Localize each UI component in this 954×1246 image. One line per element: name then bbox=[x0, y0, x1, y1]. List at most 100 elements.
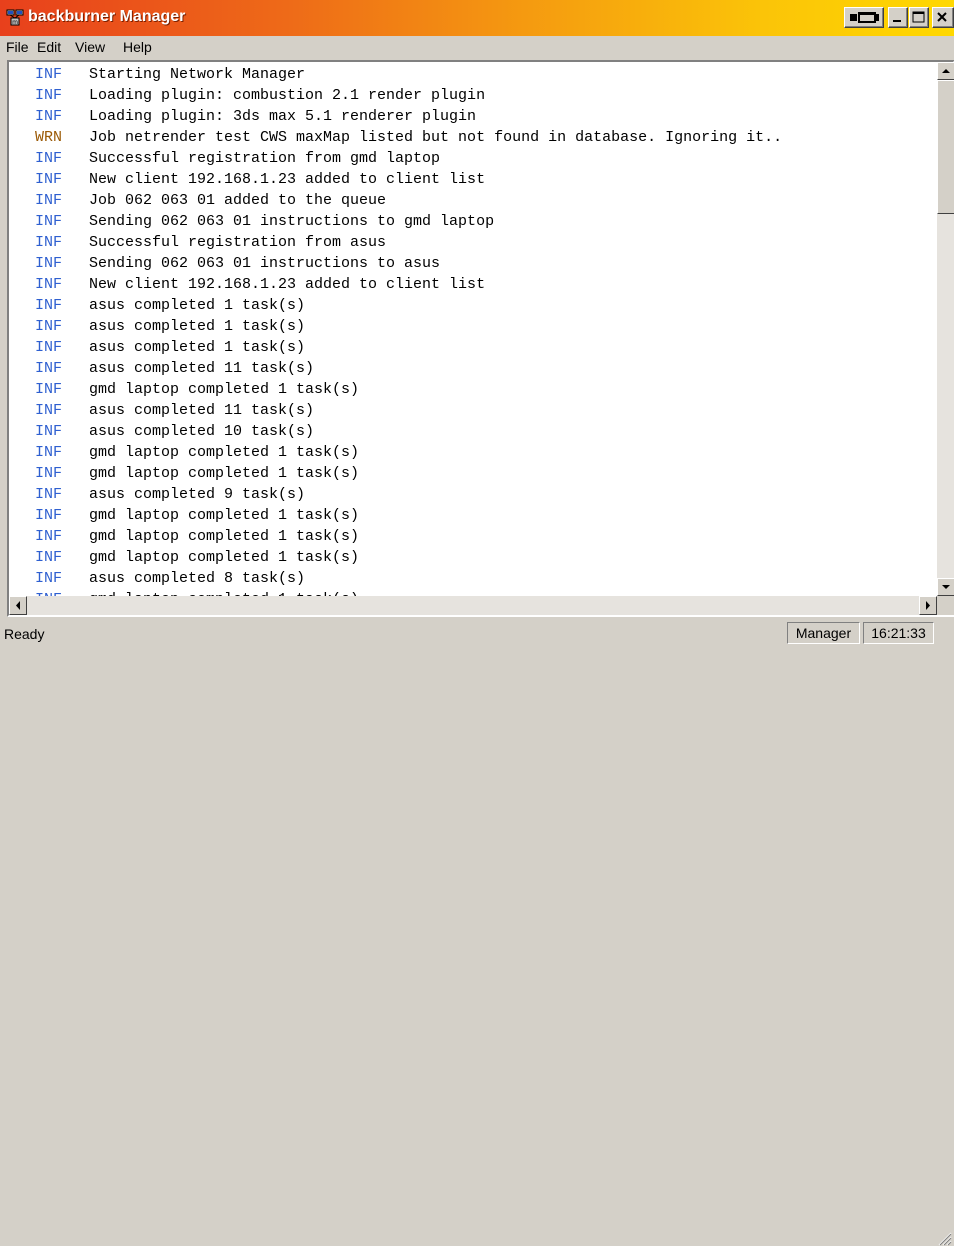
arrow-down-icon bbox=[942, 585, 950, 589]
log-row[interactable]: INF gmd laptop completed 1 task(s) bbox=[9, 526, 937, 547]
log-row[interactable]: INF gmd laptop completed 1 task(s) bbox=[9, 463, 937, 484]
log-message: Starting Network Manager bbox=[89, 66, 306, 83]
log-message: asus completed 8 task(s) bbox=[89, 570, 306, 587]
horizontal-scrollbar[interactable] bbox=[9, 596, 937, 615]
log-message: asus completed 9 task(s) bbox=[89, 486, 306, 503]
log-row[interactable]: INF asus completed 11 task(s) bbox=[9, 400, 937, 421]
log-message: asus completed 1 task(s) bbox=[89, 339, 306, 356]
menu-edit[interactable]: Edit bbox=[37, 39, 61, 55]
maximize-button[interactable] bbox=[909, 7, 929, 28]
log-row[interactable]: INF Loading plugin: 3ds max 5.1 renderer … bbox=[9, 106, 937, 127]
log-row[interactable]: INF gmd laptop completed 1 task(s) bbox=[9, 379, 937, 400]
log-level: INF bbox=[35, 234, 63, 251]
vertical-scroll-thumb[interactable] bbox=[937, 80, 954, 214]
menu-view[interactable]: View bbox=[75, 39, 105, 55]
log-row[interactable]: INF asus completed 10 task(s) bbox=[9, 421, 937, 442]
vertical-scrollbar[interactable] bbox=[937, 62, 954, 596]
log-row[interactable]: INF gmd laptop completed 1 task(s) bbox=[9, 442, 937, 463]
log-level: INF bbox=[35, 171, 63, 188]
log-level: INF bbox=[35, 444, 63, 461]
log-level: INF bbox=[35, 486, 63, 503]
log-message: asus completed 10 task(s) bbox=[89, 423, 315, 440]
log-row[interactable]: INF New client 192.168.1.23 added to clie… bbox=[9, 169, 937, 190]
log-row[interactable]: INF gmd laptop completed 1 task(s) bbox=[9, 547, 937, 568]
log-row[interactable]: INF Successful registration from gmd lapt… bbox=[9, 148, 937, 169]
log-row[interactable]: INF asus completed 1 task(s) bbox=[9, 295, 937, 316]
log-row[interactable]: INF asus completed 8 task(s) bbox=[9, 568, 937, 589]
log-message: Loading plugin: 3ds max 5.1 renderer plu… bbox=[89, 108, 477, 125]
minimize-icon bbox=[893, 20, 901, 22]
log-level: INF bbox=[35, 192, 63, 209]
log-level: WRN bbox=[35, 129, 63, 146]
scroll-right-button[interactable] bbox=[919, 596, 937, 615]
scroll-down-button[interactable] bbox=[937, 578, 954, 596]
log-level: INF bbox=[35, 339, 63, 356]
log-level: INF bbox=[35, 150, 63, 167]
log-level: INF bbox=[35, 87, 63, 104]
log-level: INF bbox=[35, 318, 63, 335]
log-row[interactable]: INF New client 192.168.1.23 added to clie… bbox=[9, 274, 937, 295]
menu-help[interactable]: Help bbox=[123, 39, 152, 55]
log-row[interactable]: INF asus completed 1 task(s) bbox=[9, 316, 937, 337]
log-level: INF bbox=[35, 108, 63, 125]
scroll-up-button[interactable] bbox=[937, 62, 954, 80]
arrow-left-icon bbox=[16, 601, 20, 610]
arrow-up-icon bbox=[942, 69, 950, 73]
log-level: INF bbox=[35, 549, 63, 566]
log-message: Job netrender test CWS maxMap listed but… bbox=[89, 129, 783, 146]
log-message: asus completed 11 task(s) bbox=[89, 402, 315, 419]
log-level: INF bbox=[35, 381, 63, 398]
minimize-button[interactable] bbox=[888, 7, 908, 28]
menu-bar: File Edit View Help bbox=[0, 36, 954, 60]
log-message: gmd laptop completed 1 task(s) bbox=[89, 549, 360, 566]
log-level: INF bbox=[35, 570, 63, 587]
status-time: 16:21:33 bbox=[863, 622, 934, 644]
title-bar[interactable]: m backburner Manager bbox=[0, 0, 954, 36]
log-row[interactable]: INF Job 062 063 01 added to the queue bbox=[9, 190, 937, 211]
log-row[interactable]: INF Starting Network Manager bbox=[9, 64, 937, 85]
log-level: INF bbox=[35, 360, 63, 377]
arrow-right-icon bbox=[926, 601, 930, 610]
log-level: INF bbox=[35, 423, 63, 440]
log-level: INF bbox=[35, 276, 63, 293]
log-row[interactable]: INF gmd laptop completed 1 task(s) bbox=[9, 505, 937, 526]
log-level: INF bbox=[35, 255, 63, 272]
log-panel: INF Starting Network Manager INF Loading pl… bbox=[7, 60, 954, 617]
log-row[interactable]: INF Successful registration from asus bbox=[9, 232, 937, 253]
log-message: New client 192.168.1.23 added to client … bbox=[89, 276, 486, 293]
log-message: gmd laptop completed 1 task(s) bbox=[89, 381, 360, 398]
log-row[interactable]: INF asus completed 11 task(s) bbox=[9, 358, 937, 379]
log-level: INF bbox=[35, 402, 63, 419]
resize-grip-icon[interactable] bbox=[936, 1230, 952, 1246]
log-message: Job 062 063 01 added to the queue bbox=[89, 192, 387, 209]
scroll-left-button[interactable] bbox=[9, 596, 27, 615]
log-row[interactable]: INF Sending 062 063 01 instructions to as… bbox=[9, 253, 937, 274]
log-message: Successful registration from asus bbox=[89, 234, 387, 251]
close-icon bbox=[937, 12, 947, 22]
menu-file[interactable]: File bbox=[6, 39, 29, 55]
window-title: backburner Manager bbox=[28, 8, 186, 25]
log-row[interactable]: INF asus completed 1 task(s) bbox=[9, 337, 937, 358]
log-message: Successful registration from gmd laptop bbox=[89, 150, 441, 167]
log-row[interactable]: WRN Job netrender test CWS maxMap listed … bbox=[9, 127, 937, 148]
log-row[interactable]: INF asus completed 9 task(s) bbox=[9, 484, 937, 505]
log-message: gmd laptop completed 1 task(s) bbox=[89, 444, 360, 461]
log-message: New client 192.168.1.23 added to client … bbox=[89, 171, 486, 188]
log-row[interactable]: INF Sending 062 063 01 instructions to gm… bbox=[9, 211, 937, 232]
restore-down-button[interactable] bbox=[844, 7, 884, 28]
maximize-icon bbox=[912, 11, 925, 23]
log-message: gmd laptop completed 1 task(s) bbox=[89, 589, 359, 596]
log-message: gmd laptop completed 1 task(s) bbox=[89, 528, 360, 545]
log-message: asus completed 1 task(s) bbox=[89, 297, 306, 314]
log-message: gmd laptop completed 1 task(s) bbox=[89, 507, 360, 524]
log-level: INF bbox=[35, 528, 63, 545]
close-button[interactable] bbox=[932, 7, 954, 28]
log-message: asus completed 1 task(s) bbox=[89, 318, 306, 335]
log-level: INF bbox=[35, 213, 63, 230]
log-row[interactable]: INF Loading plugin: combustion 2.1 render… bbox=[9, 85, 937, 106]
log-message: Loading plugin: combustion 2.1 render pl… bbox=[89, 87, 486, 104]
log-row[interactable]: INF gmd laptop completed 1 task(s) bbox=[9, 589, 937, 596]
network-computers-icon[interactable]: m bbox=[6, 8, 24, 26]
log-message: asus completed 11 task(s) bbox=[89, 360, 315, 377]
log-list[interactable]: INF Starting Network Manager INF Loading pl… bbox=[9, 62, 937, 596]
